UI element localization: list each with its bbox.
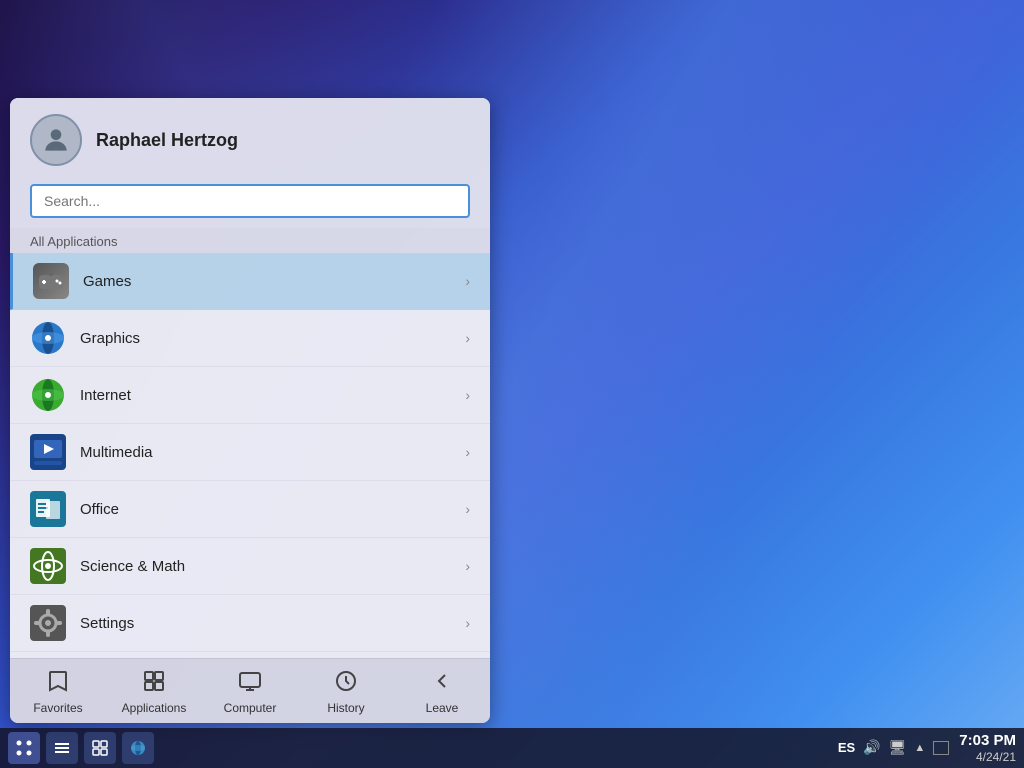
taskbar-icon-1 [53,739,71,757]
app-menu: Raphael Hertzog All Applications [10,98,490,723]
games-icon [33,263,69,299]
nav-leave[interactable]: Leave [394,659,490,723]
taskbar-right: ES 🔊 🖥 ▲ 7:03 PM 4/24/21 [838,732,1016,764]
menu-item-sciencemath[interactable]: Science & Math › [10,538,490,595]
clock-time: 7:03 PM [959,732,1016,750]
menu-list: Games › Graphics › [10,253,490,658]
computer-icon [238,669,262,697]
lang-indicator[interactable]: ES [838,740,855,755]
user-header: Raphael Hertzog [10,98,490,176]
multimedia-arrow: › [465,444,470,460]
graphics-arrow: › [465,330,470,346]
taskbar-btn-1[interactable] [46,732,78,764]
applications-icon [142,669,166,697]
clock-date: 4/24/21 [959,750,1016,764]
section-label: All Applications [10,228,490,253]
bottom-nav: Favorites Applications [10,658,490,723]
menu-item-system[interactable]: System › [10,652,490,658]
nav-computer[interactable]: Computer [202,659,298,723]
search-input[interactable] [30,184,470,218]
nav-history[interactable]: History [298,659,394,723]
office-label: Office [80,501,465,518]
office-icon [30,491,66,527]
nav-favorites[interactable]: Favorites [10,659,106,723]
menu-item-graphics[interactable]: Graphics › [10,310,490,367]
internet-label: Internet [80,387,465,404]
taskbar-launcher[interactable] [8,732,40,764]
sciencemath-label: Science & Math [80,558,465,575]
avatar [30,114,82,166]
graphics-label: Graphics [80,330,465,347]
taskbar: ES 🔊 🖥 ▲ 7:03 PM 4/24/21 [0,728,1024,768]
internet-arrow: › [465,387,470,403]
history-icon [334,669,358,697]
menu-item-multimedia[interactable]: Multimedia › [10,424,490,481]
sciencemath-arrow: › [465,558,470,574]
expand-icon[interactable]: ▲ [914,742,925,754]
computer-label: Computer [224,701,277,715]
favorites-label: Favorites [33,701,82,715]
launcher-icon [15,739,33,757]
taskbar-left [8,732,154,764]
menu-item-games[interactable]: Games › [10,253,490,310]
settings-icon [30,605,66,641]
system-tray: ES 🔊 🖥 ▲ [838,739,949,756]
graphics-icon [30,320,66,356]
user-icon [40,124,72,156]
volume-icon[interactable]: 🔊 [863,739,880,756]
taskbar-btn-2[interactable] [84,732,116,764]
multimedia-label: Multimedia [80,444,465,461]
favorites-icon [46,669,70,697]
settings-arrow: › [465,615,470,631]
display-icon[interactable]: 🖥 [889,739,907,756]
games-label: Games [83,273,465,290]
sciencemath-icon [30,548,66,584]
games-arrow: › [465,273,470,289]
history-label: History [327,701,364,715]
menu-item-settings[interactable]: Settings › [10,595,490,652]
multimedia-icon [30,434,66,470]
leave-icon [430,669,454,697]
desktop-icon[interactable] [933,741,949,755]
clock[interactable]: 7:03 PM 4/24/21 [959,732,1016,764]
nav-applications[interactable]: Applications [106,659,202,723]
username: Raphael Hertzog [96,130,238,151]
settings-label: Settings [80,615,465,632]
office-arrow: › [465,501,470,517]
taskbar-icon-3 [129,739,147,757]
internet-icon [30,377,66,413]
menu-item-office[interactable]: Office › [10,481,490,538]
leave-label: Leave [426,701,459,715]
menu-item-internet[interactable]: Internet › [10,367,490,424]
taskbar-icon-2 [91,739,109,757]
search-container [10,176,490,228]
applications-label: Applications [122,701,187,715]
taskbar-btn-3[interactable] [122,732,154,764]
desktop: Raphael Hertzog All Applications [0,0,1024,768]
